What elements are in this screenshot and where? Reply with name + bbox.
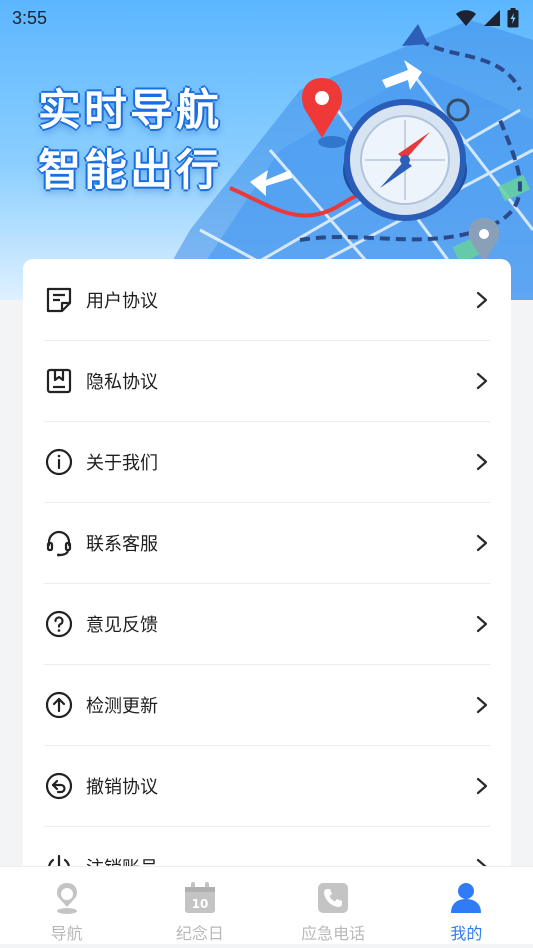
nav-label: 我的	[450, 924, 483, 943]
user-icon	[448, 880, 484, 916]
menu-item-contact-service[interactable]: 联系客服	[23, 502, 511, 584]
menu-item-label: 关于我们	[86, 453, 158, 474]
chevron-right-icon	[476, 696, 488, 714]
status-icons	[455, 8, 519, 28]
wifi-icon	[456, 10, 476, 26]
info-circle-icon	[44, 447, 74, 477]
menu-item-check-update[interactable]: 检测更新	[23, 664, 511, 746]
menu-item-about-us[interactable]: 关于我们	[23, 421, 511, 503]
calendar-icon: 10	[182, 880, 218, 916]
menu-item-privacy-agreement[interactable]: 隐私协议	[23, 340, 511, 422]
arrow-up-circle-icon	[44, 690, 74, 720]
menu-item-label: 联系客服	[86, 534, 158, 555]
menu-item-label: 用户协议	[86, 291, 158, 312]
battery-icon	[507, 8, 519, 28]
status-time: 3:55	[12, 7, 48, 28]
document-list-icon	[44, 285, 74, 315]
nav-label: 纪念日	[175, 924, 224, 943]
menu-item-user-agreement[interactable]: 用户协议	[23, 259, 511, 341]
header-banner: 3:55 实时导航 智能出行	[0, 0, 533, 300]
headset-icon	[44, 528, 74, 558]
chevron-right-icon	[476, 372, 488, 390]
chevron-right-icon	[476, 777, 488, 795]
menu-item-label: 撤销协议	[86, 777, 158, 798]
signal-icon	[484, 10, 500, 26]
chevron-right-icon	[476, 615, 488, 633]
menu-item-revoke-agreement[interactable]: 撤销协议	[23, 745, 511, 827]
nav-tab-mine[interactable]: 我的	[400, 867, 533, 948]
svg-text:10: 10	[192, 897, 209, 911]
nav-tab-anniversary[interactable]: 10 纪念日	[133, 867, 266, 948]
bookmark-document-icon	[44, 366, 74, 396]
location-pin-icon	[49, 880, 85, 916]
phone-icon	[315, 880, 351, 916]
chevron-right-icon	[476, 291, 488, 309]
home-indicator	[0, 944, 533, 948]
bottom-nav: 导航 10 纪念日 应急电话 我的	[0, 866, 533, 948]
nav-label: 应急电话	[301, 924, 366, 943]
nav-tab-emergency-call[interactable]: 应急电话	[267, 867, 400, 948]
undo-circle-icon	[44, 771, 74, 801]
chevron-right-icon	[476, 534, 488, 552]
nav-tab-navigation[interactable]: 导航	[0, 867, 133, 948]
menu-item-label: 检测更新	[86, 696, 158, 717]
menu-item-label: 隐私协议	[86, 372, 158, 393]
nav-label: 导航	[50, 924, 83, 943]
slogan-line-1: 实时导航	[38, 86, 222, 136]
chevron-right-icon	[476, 453, 488, 471]
status-bar: 3:55	[0, 0, 533, 36]
question-circle-icon	[44, 609, 74, 639]
settings-menu: 用户协议 隐私协议 关于我们 联系客服 意见反馈 检测更新 撤销协议	[23, 259, 511, 899]
menu-item-feedback[interactable]: 意见反馈	[23, 583, 511, 665]
menu-item-label: 意见反馈	[86, 615, 158, 636]
slogan-line-2: 智能出行	[38, 146, 222, 196]
